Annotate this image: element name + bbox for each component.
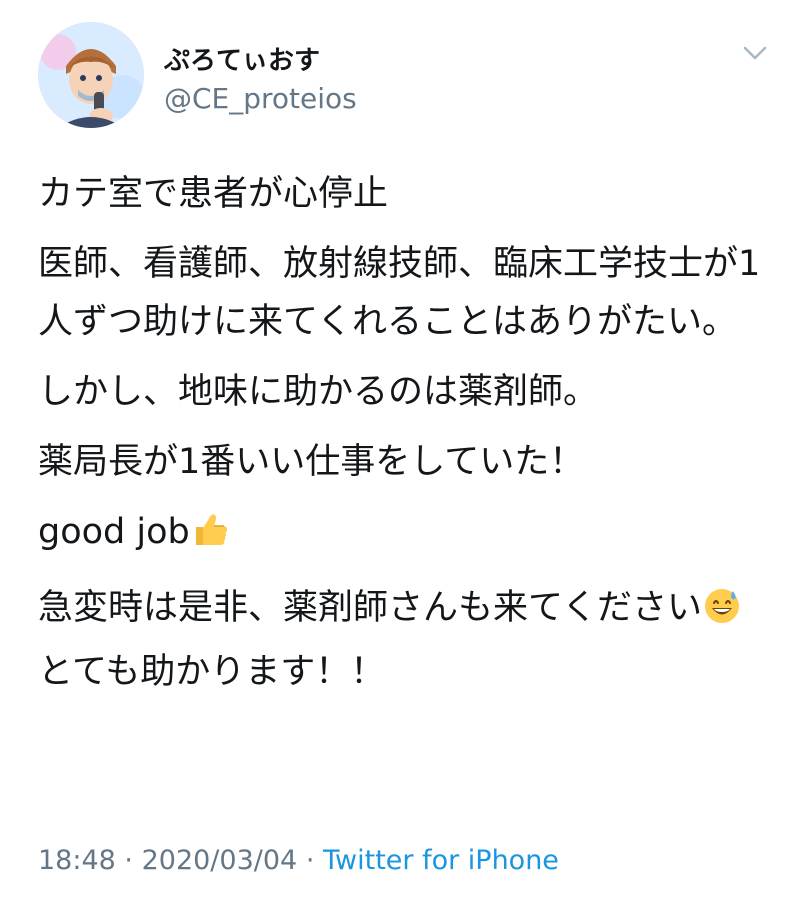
grinning-sweat-icon: [702, 585, 742, 643]
tweet-header: ぷろてぃおす @CE_proteios: [38, 22, 768, 132]
tweet-paragraph: 薬局長が1番いい仕事をしていた！: [38, 442, 585, 482]
meta-separator: ·: [305, 845, 315, 876]
tweet-paragraph: 医師、看護師、放射線技師、臨床工学技士が1人ずつ助けに来てくれることはありがたい…: [38, 244, 761, 342]
tweet-paragraph: カテ室で患者が心停止: [38, 174, 389, 214]
tweet-text: good job: [38, 512, 190, 552]
tweet-paragraph: good job: [38, 503, 766, 567]
meta-separator: ·: [124, 845, 133, 876]
tweet-paragraph: しかし、地味に助かるのは薬剤師。: [38, 372, 599, 412]
avatar-illustration-icon: [38, 22, 144, 128]
tweet-text: 急変時は是非、薬剤師さんも来てください: [38, 588, 702, 628]
avatar[interactable]: [38, 22, 144, 128]
thumbs-up-icon: [190, 509, 230, 567]
tweet-source-link[interactable]: Twitter for iPhone: [323, 845, 559, 876]
tweet-text: とても助かります！！: [38, 652, 386, 692]
tweet-paragraph: 急変時は是非、薬剤師さんも来てください とても助かります！！: [38, 579, 766, 701]
tweet-time[interactable]: 18:48: [38, 845, 116, 876]
chevron-down-icon[interactable]: [742, 44, 768, 62]
display-name[interactable]: ぷろてぃおす: [164, 40, 320, 77]
tweet-metadata: 18:48 · 2020/03/04 · Twitter for iPhone: [38, 845, 559, 876]
tweet-body: カテ室で患者が心停止 医師、看護師、放射線技師、臨床工学技士が1人ずつ助けに来て…: [38, 165, 766, 713]
user-handle[interactable]: @CE_proteios: [164, 82, 357, 115]
tweet-date[interactable]: 2020/03/04: [142, 845, 298, 876]
